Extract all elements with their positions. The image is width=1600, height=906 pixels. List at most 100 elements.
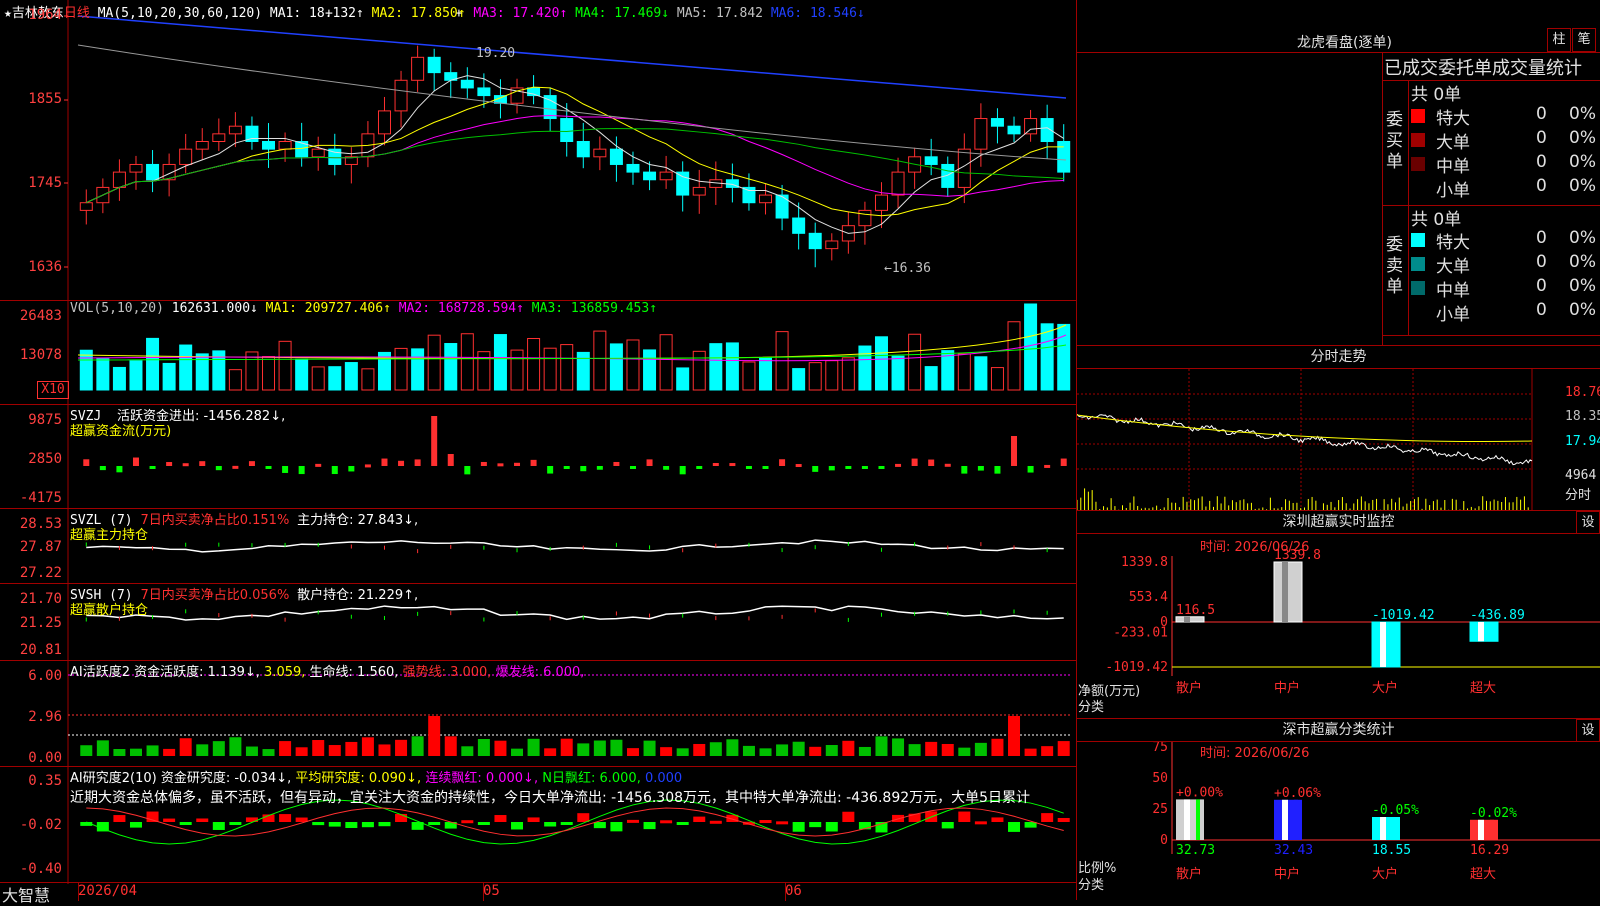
research-bar (577, 813, 590, 822)
bar-view-button[interactable]: 柱 (1547, 28, 1571, 52)
aires-ytick-1: -0.02 (19, 817, 62, 833)
candle-body (643, 171, 657, 181)
color-swatch (1411, 233, 1425, 247)
row-name: 小单 (1436, 305, 1470, 325)
volume-bar (974, 356, 988, 391)
row-count: 0 (1536, 228, 1547, 248)
active-bar (345, 741, 358, 756)
research-bar (163, 818, 176, 822)
volume-bar (609, 343, 623, 391)
flow-bar (315, 463, 322, 467)
volume-bar (725, 342, 739, 391)
volume-bar (311, 366, 325, 391)
flow-bar (447, 454, 454, 466)
research-bar (626, 819, 639, 823)
intraday-chart (1077, 369, 1533, 510)
flow-bar (282, 466, 289, 473)
app-brand[interactable]: 大智慧 (2, 882, 50, 906)
ma1-value: MA1: 18.132↑ (269, 6, 364, 21)
active-bar (809, 746, 822, 756)
svzj-ytick-2: -4175 (19, 490, 62, 506)
kline-legend: ★吉林敖东日线 MA(5,10,20,30,60,120) MA1: 18.13… (4, 2, 865, 21)
research-bar (560, 822, 573, 825)
color-swatch (1411, 157, 1425, 171)
research-bar (245, 817, 258, 822)
research-bar (709, 820, 722, 824)
x-category-label: 散户 (1176, 866, 1202, 882)
sz-monitor-panel[interactable]: 1339.8 553.4 0 -233.01 -1019.42 116.5 散户 1339.8… (1077, 534, 1600, 718)
x-category-label: 大户 (1372, 680, 1398, 696)
volume-bar (957, 353, 971, 391)
period-label[interactable]: 日线 (64, 6, 90, 21)
volume-bar (709, 343, 723, 391)
candle-body (394, 79, 408, 112)
volume-bar (411, 348, 425, 391)
aiact-ytick-0: 6.00 (28, 668, 62, 684)
research-bar (312, 822, 325, 826)
svsh-pane[interactable]: SVSH (7) 7日内买卖净占比0.056% 散户持仓: 21.229↑, 超… (0, 583, 1076, 661)
volume-bar (96, 358, 110, 391)
active-bar (908, 744, 921, 756)
bar-value-label: 16.29 (1470, 843, 1509, 858)
candle-body (1007, 125, 1021, 135)
bar-value-label: 18.55 (1372, 843, 1411, 858)
tick-view-button[interactable]: 笔 (1572, 28, 1596, 52)
buy-total: 共 0单 (1411, 85, 1462, 105)
active-bar (146, 745, 159, 756)
flow-bar (580, 466, 587, 472)
candle-body (576, 141, 590, 158)
sz-stats-settings-button[interactable]: 设 (1576, 719, 1600, 742)
flow-bar (911, 458, 918, 466)
ai-research-pane[interactable]: AI研究度2(10) 资金研究度: -0.034↓, 平均研究度: 0.090↓… (0, 766, 1076, 884)
flow-bar (861, 466, 868, 469)
flow-bar (878, 466, 885, 469)
flow-bar (845, 466, 852, 469)
active-bar (96, 740, 109, 756)
active-bar (842, 740, 855, 756)
flow-bar (414, 459, 421, 466)
candle-body (759, 194, 773, 204)
candle-body (262, 141, 276, 150)
intra-ytick-0: 18.76 (1565, 385, 1600, 400)
vol-unit-badge[interactable]: X10 (37, 381, 69, 399)
candle-body (228, 125, 242, 135)
bar-stripe (1282, 799, 1288, 840)
time-axis: 大智慧 2026/04 05 06 (0, 882, 1076, 905)
intraday-header: 分时走势 (1077, 345, 1600, 369)
flow-bar (596, 466, 603, 470)
ai-active-pane[interactable]: AI活跃度2 资金活跃度: 1.139↓, 3.059, 生命线: 1.560,… (0, 660, 1076, 767)
candle-body (891, 171, 905, 196)
time-tick-start: 2026/04 (78, 883, 138, 899)
color-swatch (1411, 281, 1425, 295)
volume-bar (742, 361, 756, 391)
bar-accent (1392, 816, 1396, 840)
row-name: 大单 (1436, 133, 1470, 153)
active-bar (428, 716, 441, 756)
active-bar (560, 738, 573, 756)
y-tick-label: 553.4 (1129, 590, 1168, 605)
active-bar (312, 740, 325, 756)
volume-bar (79, 349, 93, 391)
sz-stats-panel[interactable]: 75 50 25 0 +0.00% 32.73 散户 +0.06% 32.43 中户 -0.05% 1… (1077, 742, 1600, 900)
kline-ytick-1: 1855 (28, 91, 62, 107)
y-tick-label: 1339.8 (1121, 555, 1168, 570)
flow-bar (149, 466, 156, 469)
volume-pane[interactable]: VOL(5,10,20) 162631.000↓ MA1: 209727.406… (0, 300, 1076, 405)
active-bar (941, 743, 954, 756)
svzj-pane[interactable]: SVZJ 活跃资金进出: -1456.282↓, 超赢资金流(万元) 9875 … (0, 404, 1076, 509)
sz-monitor-settings-button[interactable]: 设 (1576, 511, 1600, 534)
intraday-panel[interactable]: 18.76 18.35 17.94 4964 分时 (1077, 369, 1600, 510)
research-bar (1057, 817, 1070, 822)
research-bar (361, 822, 374, 828)
kline-pane[interactable]: + + ★吉林敖东日线 MA(5,10,20,30,60,120) MA1: 18… (0, 0, 1076, 301)
svzl-pane[interactable]: SVZL (7) 7日内买卖净占比0.151% 主力持仓: 27.843↓, 超… (0, 508, 1076, 584)
research-bar (229, 822, 242, 825)
research-bar (676, 822, 689, 825)
price-line (1077, 413, 1533, 466)
flow-bar (762, 466, 769, 469)
x-category-label: 中户 (1274, 680, 1300, 696)
bar-stripe (1478, 622, 1484, 642)
active-bar (361, 737, 374, 756)
svzl-title: 超赢主力持仓 (70, 528, 149, 543)
active-bar (378, 744, 391, 756)
